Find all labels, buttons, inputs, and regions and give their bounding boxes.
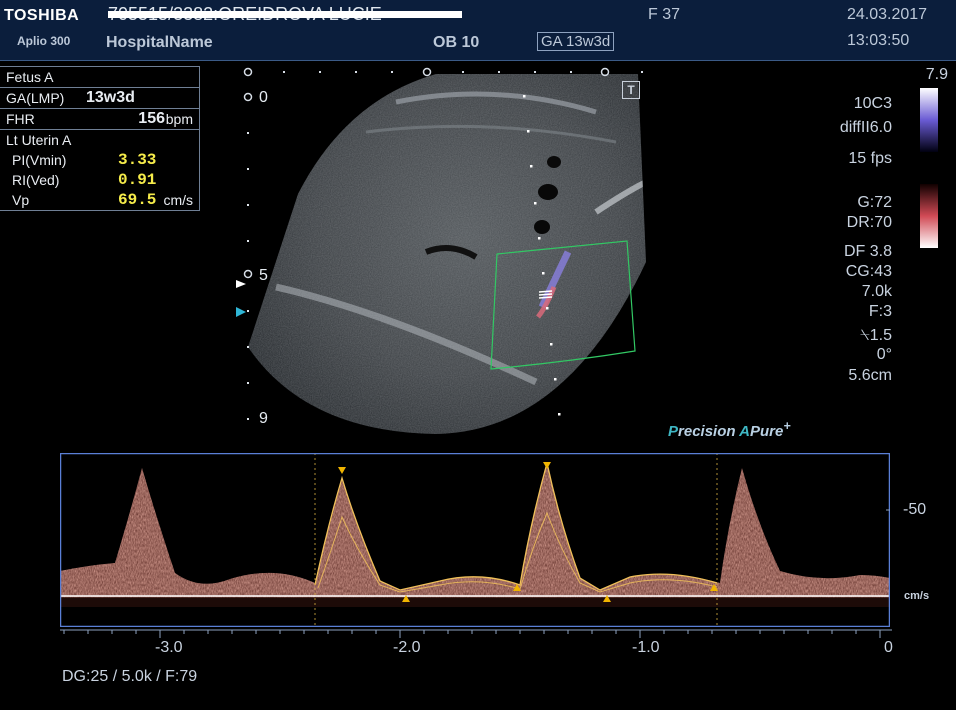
- fetus-label: Fetus A: [6, 69, 54, 85]
- fhr-value: 156: [138, 110, 165, 127]
- ri-label: RI(Ved): [12, 172, 60, 188]
- ri-row: RI(Ved) 0.91: [0, 170, 199, 190]
- exam-date: 24.03.2017: [847, 6, 928, 23]
- fhr-unit: bpm: [165, 111, 193, 127]
- vp-row: Vp 69.5 cm/s: [0, 190, 199, 210]
- redaction-bar: [108, 11, 462, 18]
- probe-name: 10C3: [853, 95, 892, 112]
- gestational-age-badge: GA 13w3d: [537, 32, 615, 51]
- gain-value: G:72: [857, 194, 892, 211]
- angle-correction-icon: ⍀: [860, 327, 870, 344]
- time-tick-1: -1.0: [632, 639, 660, 656]
- time-axis: [60, 629, 892, 638]
- hospital-name: HospitalName: [106, 34, 213, 51]
- velocity-scale-max: 7.9: [925, 66, 948, 83]
- exam-preset: OB 10: [433, 34, 480, 51]
- doppler-settings: DG:25 / 5.0k / F:79: [62, 668, 198, 685]
- pi-row: PI(Vmin) 3.33: [0, 150, 199, 170]
- vp-label: Vp: [12, 192, 30, 208]
- depth-markers: [247, 132, 249, 420]
- exam-time: 13:03:50: [847, 32, 910, 49]
- doppler-frequency: DF 3.8: [843, 243, 892, 260]
- patient-sex-age: F 37: [648, 6, 681, 23]
- depth-label-0: 0: [259, 89, 268, 106]
- time-tick-3: -3.0: [155, 639, 183, 656]
- color-velocity-scale: [920, 88, 938, 248]
- pi-label: PI(Vmin): [12, 152, 67, 168]
- vessel-label: Lt Uterin A: [6, 132, 72, 148]
- velocity-unit: cm/s: [904, 590, 930, 602]
- velocity-tick: -50: [903, 501, 927, 518]
- vp-value: 69.5: [118, 191, 157, 209]
- ga-value: 13w3d: [86, 89, 135, 106]
- image-mode: diffII6.0: [839, 119, 892, 136]
- ri-value: 0.91: [118, 171, 157, 189]
- fetus-row: Fetus A: [0, 67, 199, 88]
- fhr-row: FHR 156 bpm: [0, 109, 199, 130]
- angle-correction: ⍀1.5: [860, 327, 892, 344]
- depth-label-5: 5: [259, 267, 268, 284]
- system-model: Aplio 300: [17, 34, 71, 48]
- brand-logo: TOSHIBA: [4, 7, 80, 24]
- measurement-panel: Fetus A GA(LMP) 13w3d FHR 156 bpm Lt Ute…: [0, 66, 200, 211]
- vp-unit: cm/s: [163, 192, 193, 208]
- image-depth: 5.6cm: [848, 367, 892, 384]
- frame-rate: 15 fps: [848, 150, 892, 167]
- dynamic-range: DR:70: [846, 214, 892, 231]
- ga-label: GA(LMP): [6, 90, 65, 106]
- steer-angle: 0°: [876, 346, 892, 363]
- time-tick-2: -2.0: [393, 639, 421, 656]
- ga-row: GA(LMP) 13w3d: [0, 88, 199, 109]
- fhr-label: FHR: [6, 111, 35, 127]
- depth-label-9: 9: [259, 410, 268, 427]
- color-gain: CG:43: [845, 263, 892, 280]
- prf-value: 7.0k: [861, 283, 892, 300]
- bmode-image: [236, 67, 646, 434]
- filter-value: F:3: [868, 303, 892, 320]
- time-tick-0: 0: [884, 639, 893, 656]
- pi-value: 3.33: [118, 151, 157, 169]
- header-bar: TOSHIBA Aplio 300 705515/3382:OREIDROVA …: [0, 0, 956, 61]
- doppler-spectrum: [60, 453, 890, 627]
- vessel-row: Lt Uterin A: [0, 130, 199, 150]
- transducer-mark-icon: T: [622, 81, 640, 99]
- precision-apure-logo: Precision APure+: [668, 419, 791, 440]
